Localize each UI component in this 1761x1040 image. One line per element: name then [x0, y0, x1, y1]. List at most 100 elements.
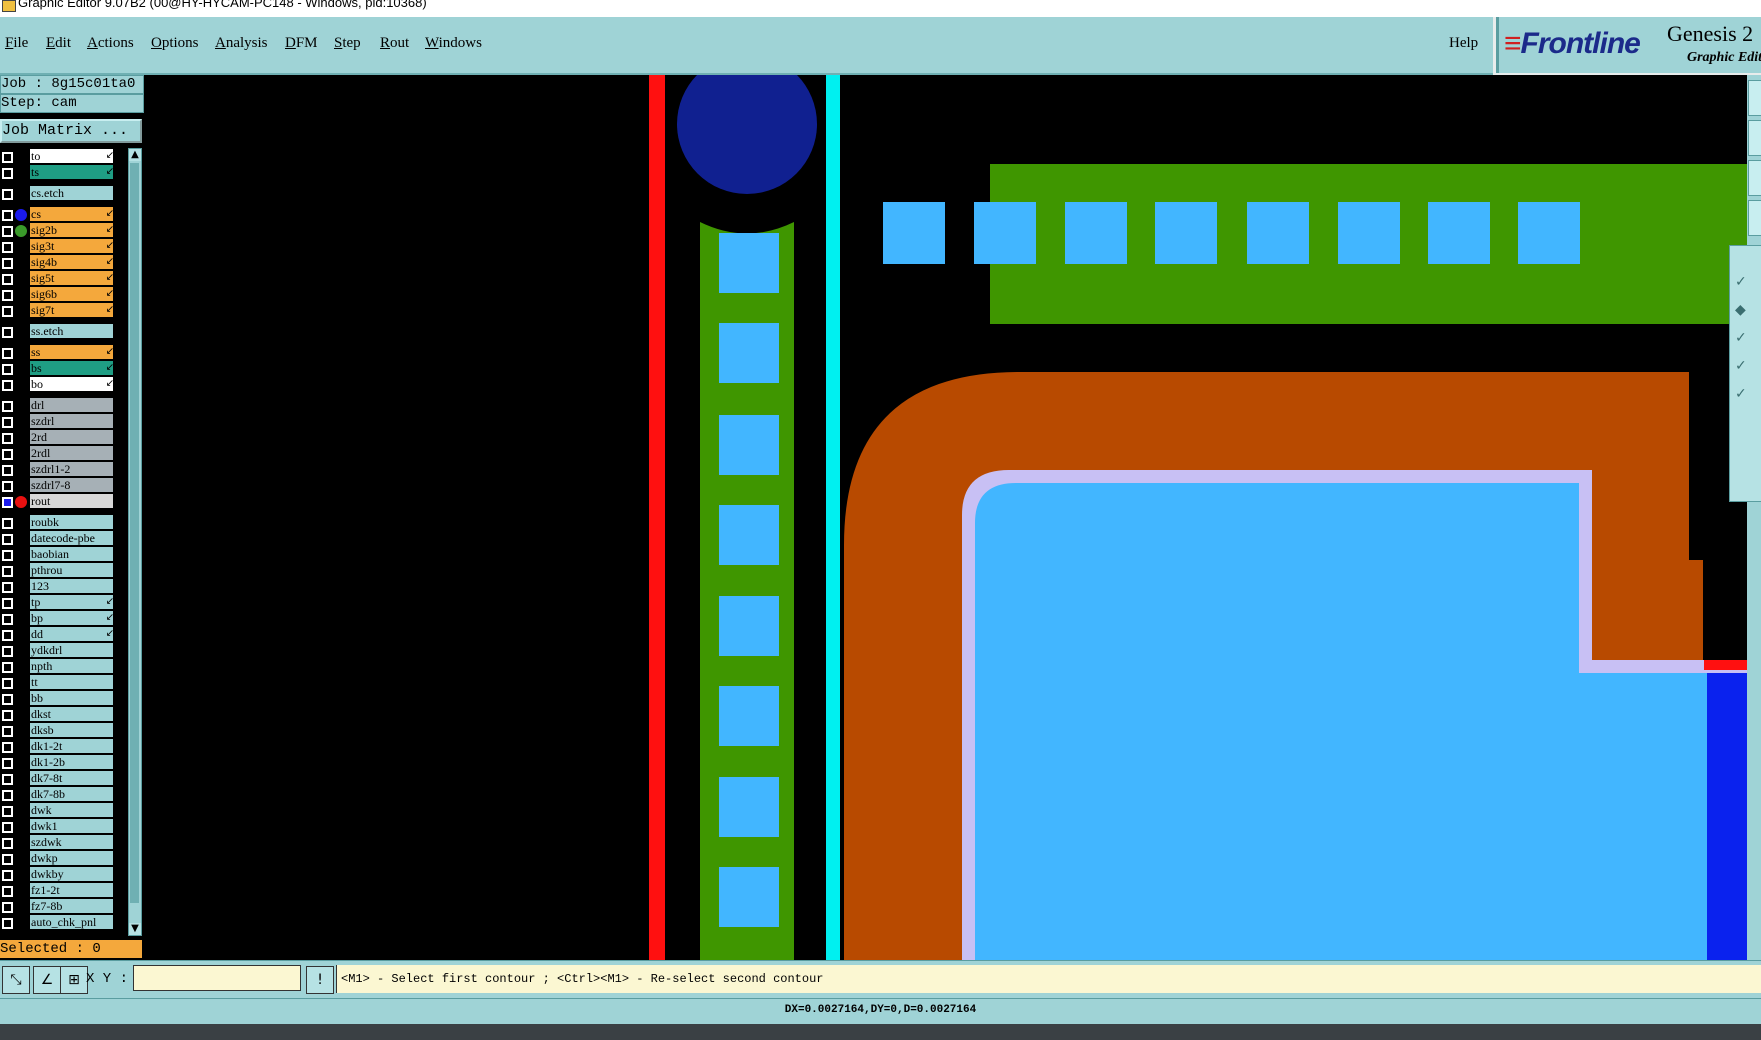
grid-icon[interactable]: ⊞ [60, 966, 88, 994]
layer-checkbox[interactable] [2, 189, 13, 200]
layer-checkbox[interactable] [2, 534, 13, 545]
layer-checkbox[interactable] [2, 710, 13, 721]
layer-row-npth[interactable]: npth [0, 659, 115, 675]
layer-checkbox[interactable] [2, 465, 13, 476]
check-icon[interactable]: ✓ [1735, 358, 1757, 380]
layer-checkbox[interactable] [2, 694, 13, 705]
layer-row-dk7-8t[interactable]: dk7-8t [0, 771, 115, 787]
layer-checkbox[interactable] [2, 614, 13, 625]
layer-checkbox[interactable] [2, 449, 13, 460]
layer-checkbox[interactable] [2, 662, 13, 673]
layer-row-szdrl7-8[interactable]: szdrl7-8 [0, 478, 115, 494]
layer-row-dd[interactable]: dd ↙ [0, 627, 115, 643]
layer-row-dkst[interactable]: dkst [0, 707, 115, 723]
layer-name[interactable]: cs [30, 207, 113, 221]
layer-scrollbar[interactable]: ▲ ▼ [128, 148, 142, 936]
layer-name[interactable]: auto_chk_pnl [30, 915, 113, 929]
check-icon[interactable]: ✓ [1735, 274, 1757, 296]
layer-checkbox[interactable] [2, 481, 13, 492]
zoom-tool-button[interactable] [1748, 80, 1761, 116]
layer-row-roubk[interactable]: roubk [0, 515, 115, 531]
layer-checkbox[interactable] [2, 630, 13, 641]
layer-row-auto_chk_pnl[interactable]: auto_chk_pnl [0, 915, 115, 931]
layer-row-2rd[interactable]: 2rd [0, 430, 115, 446]
layer-row-ydkdrl[interactable]: ydkdrl [0, 643, 115, 659]
check-icon[interactable]: ✓ [1735, 386, 1757, 408]
layer-row-dwk1[interactable]: dwk1 [0, 819, 115, 835]
layer-name[interactable]: 2rdl [30, 446, 113, 460]
check-icon[interactable]: ✓ [1735, 330, 1757, 352]
layer-row-bp[interactable]: bp ↙ [0, 611, 115, 627]
layer-checkbox[interactable] [2, 258, 13, 269]
layer-row-sig4b[interactable]: sig4b ↙ [0, 255, 115, 271]
scroll-up-arrow-icon[interactable]: ▲ [129, 149, 141, 161]
menu-options[interactable]: Options [151, 35, 199, 52]
layer-row-bs[interactable]: bs ↙ [0, 361, 115, 377]
layer-checkbox[interactable] [2, 566, 13, 577]
layer-checkbox[interactable] [2, 327, 13, 338]
layer-checkbox[interactable] [2, 678, 13, 689]
pan-tool-button[interactable] [1748, 120, 1761, 156]
layer-name[interactable]: 123 [30, 579, 113, 593]
scroll-thumb[interactable] [130, 163, 139, 903]
layer-checkbox[interactable] [2, 870, 13, 881]
layer-checkbox[interactable] [2, 854, 13, 865]
layer-checkbox[interactable] [2, 838, 13, 849]
layer-name[interactable]: ydkdrl [30, 643, 113, 657]
layer-checkbox[interactable] [2, 822, 13, 833]
layer-name[interactable]: dwkp [30, 851, 113, 865]
layer-row-dk1-2t[interactable]: dk1-2t [0, 739, 115, 755]
layer-name[interactable]: ss [30, 345, 113, 359]
layer-row-2rdl[interactable]: 2rdl [0, 446, 115, 462]
layer-row-ts[interactable]: ts ↙ [0, 165, 115, 181]
layer-row-fz1-2t[interactable]: fz1-2t [0, 883, 115, 899]
layer-row-fz7-8b[interactable]: fz7-8b [0, 899, 115, 915]
layer-name[interactable]: baobian [30, 547, 113, 561]
layer-row-drl[interactable]: drl [0, 398, 115, 414]
layer-checkbox[interactable] [2, 790, 13, 801]
layer-checkbox[interactable] [2, 417, 13, 428]
layer-row-rout[interactable]: rout [0, 494, 115, 510]
layer-name[interactable]: ss.etch [30, 324, 113, 338]
layer-name[interactable]: cs.etch [30, 186, 113, 200]
layer-row-szdrl1-2[interactable]: szdrl1-2 [0, 462, 115, 478]
measure-icon[interactable]: ∠ [33, 966, 61, 994]
layer-row-cs.etch[interactable]: cs.etch [0, 186, 115, 202]
layer-name[interactable]: npth [30, 659, 113, 673]
layer-name[interactable]: to [30, 149, 113, 163]
layer-row-cs[interactable]: cs ↙ [0, 207, 115, 223]
layer-name[interactable]: sig5t [30, 271, 113, 285]
layer-name[interactable]: dwk [30, 803, 113, 817]
layer-checkbox[interactable] [2, 152, 13, 163]
alert-icon[interactable]: ! [306, 966, 334, 994]
layer-row-dwk[interactable]: dwk [0, 803, 115, 819]
layer-checkbox[interactable] [2, 306, 13, 317]
layer-row-sig6b[interactable]: sig6b ↙ [0, 287, 115, 303]
layer-row-dksb[interactable]: dksb [0, 723, 115, 739]
layer-checkbox[interactable] [2, 918, 13, 929]
layer-name[interactable]: roubk [30, 515, 113, 529]
layer-name[interactable]: ts [30, 165, 113, 179]
layer-name[interactable]: dwkby [30, 867, 113, 881]
layer-name[interactable]: fz7-8b [30, 899, 113, 913]
menu-windows[interactable]: Windows [425, 35, 482, 52]
menu-dfm[interactable]: DFM [285, 35, 318, 52]
layer-checkbox[interactable] [2, 401, 13, 412]
layer-row-sig7t[interactable]: sig7t ↙ [0, 303, 115, 319]
layer-row-datecode-pbe[interactable]: datecode-pbe [0, 531, 115, 547]
layer-checkbox[interactable] [2, 726, 13, 737]
view-tool-button[interactable] [1748, 200, 1761, 236]
layer-checkbox[interactable] [2, 742, 13, 753]
layer-row-dwkby[interactable]: dwkby [0, 867, 115, 883]
layer-checkbox[interactable] [2, 274, 13, 285]
layer-name[interactable]: tp [30, 595, 113, 609]
menu-rout[interactable]: Rout [380, 35, 409, 52]
layer-name[interactable]: dksb [30, 723, 113, 737]
layer-checkbox[interactable] [2, 226, 13, 237]
layer-row-ss.etch[interactable]: ss.etch [0, 324, 115, 340]
layer-name[interactable]: bo [30, 377, 113, 391]
menu-analysis[interactable]: Analysis [215, 35, 268, 52]
layer-name[interactable]: bs [30, 361, 113, 375]
layer-row-bb[interactable]: bb [0, 691, 115, 707]
layer-checkbox[interactable] [2, 806, 13, 817]
